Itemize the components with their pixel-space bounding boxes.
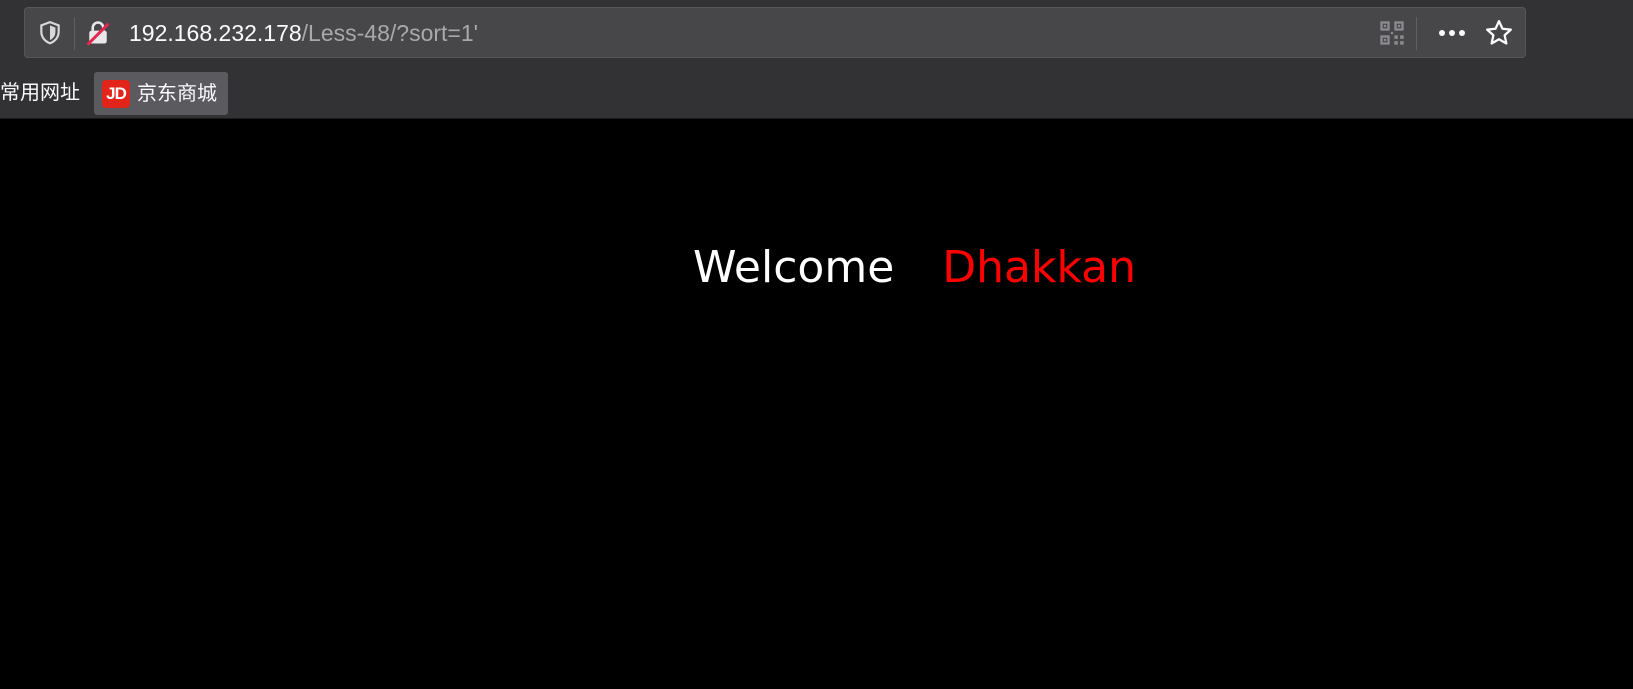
browser-chrome: 192.168.232.178/Less-48/?sort=1' 常用网址 JD… [0,0,1633,119]
divider [74,17,75,50]
star-icon[interactable] [1484,18,1514,48]
jd-logo-icon: JD [102,80,130,108]
qr-code-icon[interactable] [1378,19,1406,47]
address-bar[interactable]: 192.168.232.178/Less-48/?sort=1' [24,7,1526,58]
divider [1416,17,1417,50]
insecure-lock-icon[interactable] [84,19,112,47]
url-text[interactable]: 192.168.232.178/Less-48/?sort=1' [129,18,478,48]
welcome-text: Welcome [693,242,895,293]
page-content: Welcome Dhakkan [0,119,1633,689]
url-host: 192.168.232.178 [129,20,302,46]
url-path: /Less-48/?sort=1' [301,20,479,46]
bookmark-jd[interactable]: JD 京东商城 [94,72,228,115]
bookmark-folder-common-sites[interactable]: 常用网址 [0,77,80,107]
more-icon[interactable] [1436,21,1468,45]
bookmark-label: 京东商城 [137,81,217,105]
shield-icon[interactable] [37,20,63,46]
welcome-heading: Welcome Dhakkan [693,240,1136,296]
user-name-text: Dhakkan [942,242,1137,293]
